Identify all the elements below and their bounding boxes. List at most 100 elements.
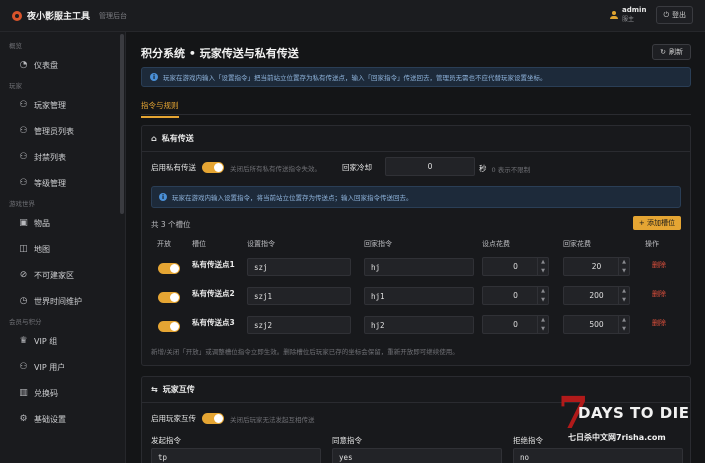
- request-command-input[interactable]: tp: [151, 448, 321, 463]
- sidebar: 概览 ◔ 仪表盘 玩家 ⚇ 玩家管理 ⚇ 管理员列表 ⚇ 封禁列表 ⚇ 等级管理 游戏世界…: [0, 32, 126, 463]
- set-command-value: szj: [254, 262, 268, 272]
- request-command-value: tp: [158, 452, 168, 462]
- sidebar-item-settings[interactable]: ⚙ 基础设置: [0, 406, 125, 432]
- enable-private-hint: 关闭后所有私有传送指令失效。: [230, 164, 321, 173]
- home-cost-input[interactable]: 200 ▲ ▼: [563, 286, 630, 305]
- cooldown-hint: 0 表示不限制: [491, 165, 531, 174]
- set-command-input[interactable]: szj2: [247, 316, 351, 334]
- set-cost-input[interactable]: 0 ▲ ▼: [482, 315, 549, 334]
- sidebar-item-vip-groups[interactable]: ♛ VIP 组: [0, 328, 125, 354]
- refresh-button[interactable]: ↻ 刷新: [652, 44, 691, 60]
- gear-icon: ⚙: [19, 413, 28, 424]
- private-teleport-card: ⌂ 私有传送 启用私有传送 关闭后所有私有传送指令失效。 回家冷却 0 秒 0 …: [141, 125, 691, 366]
- slot-name: 私有传送点3: [192, 318, 235, 327]
- enable-private-toggle[interactable]: [202, 162, 224, 173]
- sidebar-item-label: 世界时间维护: [34, 296, 82, 306]
- enable-player-tp-label: 启用玩家互传: [151, 414, 196, 423]
- vip-icon: ♛: [19, 335, 28, 346]
- col-request-cmd: 发起指令: [151, 436, 181, 445]
- barcode-icon: ▥: [19, 387, 28, 398]
- cooldown-label: 回家冷却: [342, 163, 372, 172]
- home-cost-input[interactable]: 20 ▲ ▼: [563, 257, 630, 276]
- set-command-input[interactable]: szj: [247, 258, 351, 276]
- cooldown-input[interactable]: 0: [385, 157, 475, 176]
- set-cost-input[interactable]: 0 ▲ ▼: [482, 257, 549, 276]
- sidebar-item-label: VIP 用户: [34, 362, 66, 372]
- user-info[interactable]: admin 服主: [610, 6, 646, 24]
- slot-open-toggle[interactable]: [158, 321, 180, 332]
- col-set-cmd: 设置指令: [247, 240, 275, 248]
- accept-command-input[interactable]: yes: [332, 448, 502, 463]
- stepper-icon[interactable]: ▲ ▼: [618, 316, 629, 333]
- sidebar-item-no-build[interactable]: ⊘ 不可建家区: [0, 262, 125, 288]
- sidebar-item-levels[interactable]: ⚇ 等级管理: [0, 170, 125, 196]
- set-cost-value: 0: [513, 262, 518, 271]
- enable-player-tp-hint: 关闭后玩家无法发起互相传送: [230, 415, 315, 424]
- slot-name: 私有传送点1: [192, 260, 235, 269]
- card-header: ⌂ 私有传送: [142, 126, 690, 152]
- logout-label: 登出: [672, 11, 686, 19]
- slot-open-toggle[interactable]: [158, 292, 180, 303]
- sidebar-item-map[interactable]: ◫ 地图: [0, 236, 125, 262]
- sidebar-item-items[interactable]: ▣ 物品: [0, 210, 125, 236]
- slot-footer-hint: 新增/关闭「开放」或调整槽位指令立即生效。删除槽位后玩家已存的坐标会保留，重新开…: [151, 348, 459, 356]
- watermark-subtitle: 七日杀中文网7risha.com: [568, 433, 666, 442]
- sidebar-item-label: VIP 组: [34, 336, 58, 346]
- stepper-icon[interactable]: ▲ ▼: [537, 258, 548, 275]
- refresh-label: 刷新: [669, 48, 683, 56]
- add-slot-label: + 添加槽位: [638, 219, 675, 227]
- refresh-icon: ↻: [660, 48, 666, 56]
- private-info-alert: i 玩家在游戏内输入设置指令，将当前站立位置存为传送点；输入回家指令传送回去。: [151, 186, 681, 208]
- tab-commands-rules[interactable]: 指令与规则: [141, 100, 179, 118]
- sidebar-item-label: 玩家管理: [34, 100, 66, 110]
- user-name: admin: [622, 6, 647, 14]
- logout-button[interactable]: ⏻ 登出: [656, 6, 693, 24]
- accept-command-value: yes: [339, 452, 353, 462]
- home-cost-value: 20: [591, 262, 602, 271]
- enable-player-tp-toggle[interactable]: [202, 413, 224, 424]
- info-icon: i: [150, 73, 158, 81]
- home-command-input[interactable]: hj1: [364, 287, 474, 305]
- card-title: 私有传送: [161, 134, 194, 143]
- delete-slot-button[interactable]: 删除: [652, 260, 666, 270]
- col-open: 开放: [157, 240, 171, 248]
- tab-bar: 指令与规则: [141, 98, 691, 118]
- slot-name: 私有传送点2: [192, 289, 235, 298]
- set-command-value: szj1: [254, 291, 273, 301]
- sidebar-item-dashboard[interactable]: ◔ 仪表盘: [0, 52, 125, 78]
- set-command-input[interactable]: szj1: [247, 287, 351, 305]
- delete-slot-button[interactable]: 删除: [652, 289, 666, 299]
- deny-command-value: no: [520, 452, 530, 462]
- col-action: 操作: [645, 240, 659, 248]
- user-role: 服主: [622, 16, 635, 23]
- sidebar-item-bans[interactable]: ⚇ 封禁列表: [0, 144, 125, 170]
- stepper-icon[interactable]: ▲ ▼: [537, 287, 548, 304]
- sidebar-item-redeem-codes[interactable]: ▥ 兑换码: [0, 380, 125, 406]
- set-cost-input[interactable]: 0 ▲ ▼: [482, 286, 549, 305]
- user-icon: ⚇: [19, 125, 28, 136]
- sidebar-scrollbar[interactable]: [120, 34, 124, 214]
- sidebar-item-world-time[interactable]: ◷ 世界时间维护: [0, 288, 125, 314]
- home-cost-value: 200: [589, 291, 604, 300]
- dashboard-icon: ◔: [19, 59, 28, 70]
- home-command-input[interactable]: hj2: [364, 316, 474, 334]
- add-slot-button[interactable]: + 添加槽位: [632, 216, 681, 230]
- card-title: 玩家互传: [162, 385, 195, 394]
- info-alert: i 玩家在游戏内输入「设置指令」把当前站立位置存为私有传送点，输入「回家指令」传…: [141, 67, 691, 87]
- stepper-icon[interactable]: ▲ ▼: [618, 287, 629, 304]
- private-info-text: 玩家在游戏内输入设置指令，将当前站立位置存为传送点；输入回家指令传送回去。: [172, 194, 413, 202]
- sidebar-item-vip-users[interactable]: ⚇ VIP 用户: [0, 354, 125, 380]
- sidebar-item-players[interactable]: ⚇ 玩家管理: [0, 92, 125, 118]
- user-icon: ⚇: [19, 151, 28, 162]
- user-icon: ⚇: [19, 99, 28, 110]
- stepper-icon[interactable]: ▲ ▼: [537, 316, 548, 333]
- home-command-input[interactable]: hj: [364, 258, 474, 276]
- stepper-icon[interactable]: ▲ ▼: [618, 258, 629, 275]
- sidebar-item-admins[interactable]: ⚇ 管理员列表: [0, 118, 125, 144]
- top-bar: 夜小影服主工具 管理后台 admin 服主 ⏻ 登出: [0, 0, 705, 32]
- home-cost-input[interactable]: 500 ▲ ▼: [563, 315, 630, 334]
- delete-slot-button[interactable]: 删除: [652, 318, 666, 328]
- slot-open-toggle[interactable]: [158, 263, 180, 274]
- sidebar-group-title: 玩家: [9, 82, 22, 90]
- sidebar-group-title: 会员与积分: [9, 318, 42, 326]
